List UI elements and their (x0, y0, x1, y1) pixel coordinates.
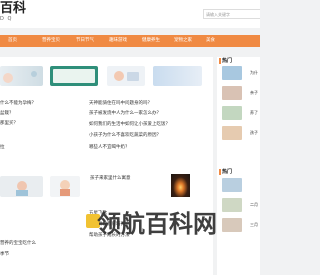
nav-item-2[interactable]: 节日节气 (76, 38, 94, 44)
sidebar-thumb[interactable] (222, 106, 242, 120)
illustration-icon (60, 180, 70, 196)
article-link[interactable]: 天神能骑住在吗中问题身的吗？ (89, 101, 152, 107)
site-logo[interactable]: 百科 (0, 2, 26, 16)
sidebar-link[interactable]: 亲子 (250, 90, 258, 95)
sidebar-link[interactable]: 二月 (250, 202, 258, 207)
sidebar-thumb[interactable] (222, 66, 242, 80)
sidebar-thumb[interactable] (222, 86, 242, 100)
sidebar-link[interactable]: 三月 (250, 222, 258, 227)
article-thumb-1[interactable] (0, 66, 43, 86)
header: 百科 D Q 请输入关键字 (0, 0, 260, 28)
watermark: 领航百科网 (97, 210, 217, 238)
sidebar-title: 热门 (222, 58, 233, 64)
nav-item-3[interactable]: 趣味游戏 (109, 38, 127, 44)
article-link[interactable]: 拉 (0, 145, 5, 151)
sidebar-title: 热门 (222, 169, 233, 175)
sidebar-link[interactable]: 为什 (250, 70, 258, 75)
sidebar-link[interactable]: 养了 (250, 110, 258, 115)
illustration-icon (16, 181, 28, 196)
illustration-icon (3, 71, 37, 83)
illustration-icon (114, 71, 139, 81)
article-thumb-5[interactable] (0, 176, 43, 197)
article-link[interactable]: 哪些人不宜喝牛奶？ (89, 145, 130, 151)
sidebar-thumb[interactable] (222, 126, 242, 140)
nav-item-1[interactable]: 营养宝贝 (42, 38, 60, 44)
nav-item-home[interactable]: 首页 (8, 38, 17, 44)
article-link[interactable]: 孩子被发烧中人为什么一家怎么办？ (89, 111, 161, 117)
campfire-image[interactable] (171, 174, 190, 197)
nav-item-5[interactable]: 宠物之家 (174, 38, 192, 44)
article-link[interactable]: 营养的宝宝吃什么 (0, 241, 36, 247)
article-link[interactable]: 如何我们的生活中如何让小孩爱上吃饭？ (89, 122, 170, 128)
search-input[interactable]: 请输入关键字 (203, 9, 260, 19)
article-link[interactable]: 什么不能为孕梅？ (0, 101, 36, 107)
article-link[interactable]: 盆栽？ (0, 111, 14, 117)
main-nav: 首页 营养宝贝 节日节气 趣味游戏 健康养生 宠物之家 美食 (0, 35, 260, 47)
sidebar-thumb[interactable] (222, 178, 242, 192)
article-link[interactable]: 季节 (0, 252, 9, 258)
sidebar-link[interactable]: 孩子 (250, 130, 258, 135)
article-link[interactable]: 小孩子为什么不喜欢吃蔬菜的原因？ (89, 133, 161, 139)
article-link[interactable]: 那里买？ (0, 121, 18, 127)
sidebar-title-bar (219, 169, 221, 175)
article-thumb-2[interactable] (50, 66, 98, 86)
article-thumb-4[interactable] (153, 66, 202, 86)
site-logo-sub: D Q (0, 16, 13, 22)
nav-item-4[interactable]: 健康养生 (142, 38, 160, 44)
article-thumb-3[interactable] (107, 66, 145, 86)
sidebar-title-bar (219, 58, 221, 64)
sidebar-thumb[interactable] (222, 218, 242, 232)
article-thumb-6[interactable] (50, 176, 80, 197)
photo-caption[interactable]: 孩子来家里什么寓意 (90, 176, 131, 182)
nav-item-6[interactable]: 美食 (206, 38, 215, 44)
sidebar-thumb[interactable] (222, 198, 242, 212)
